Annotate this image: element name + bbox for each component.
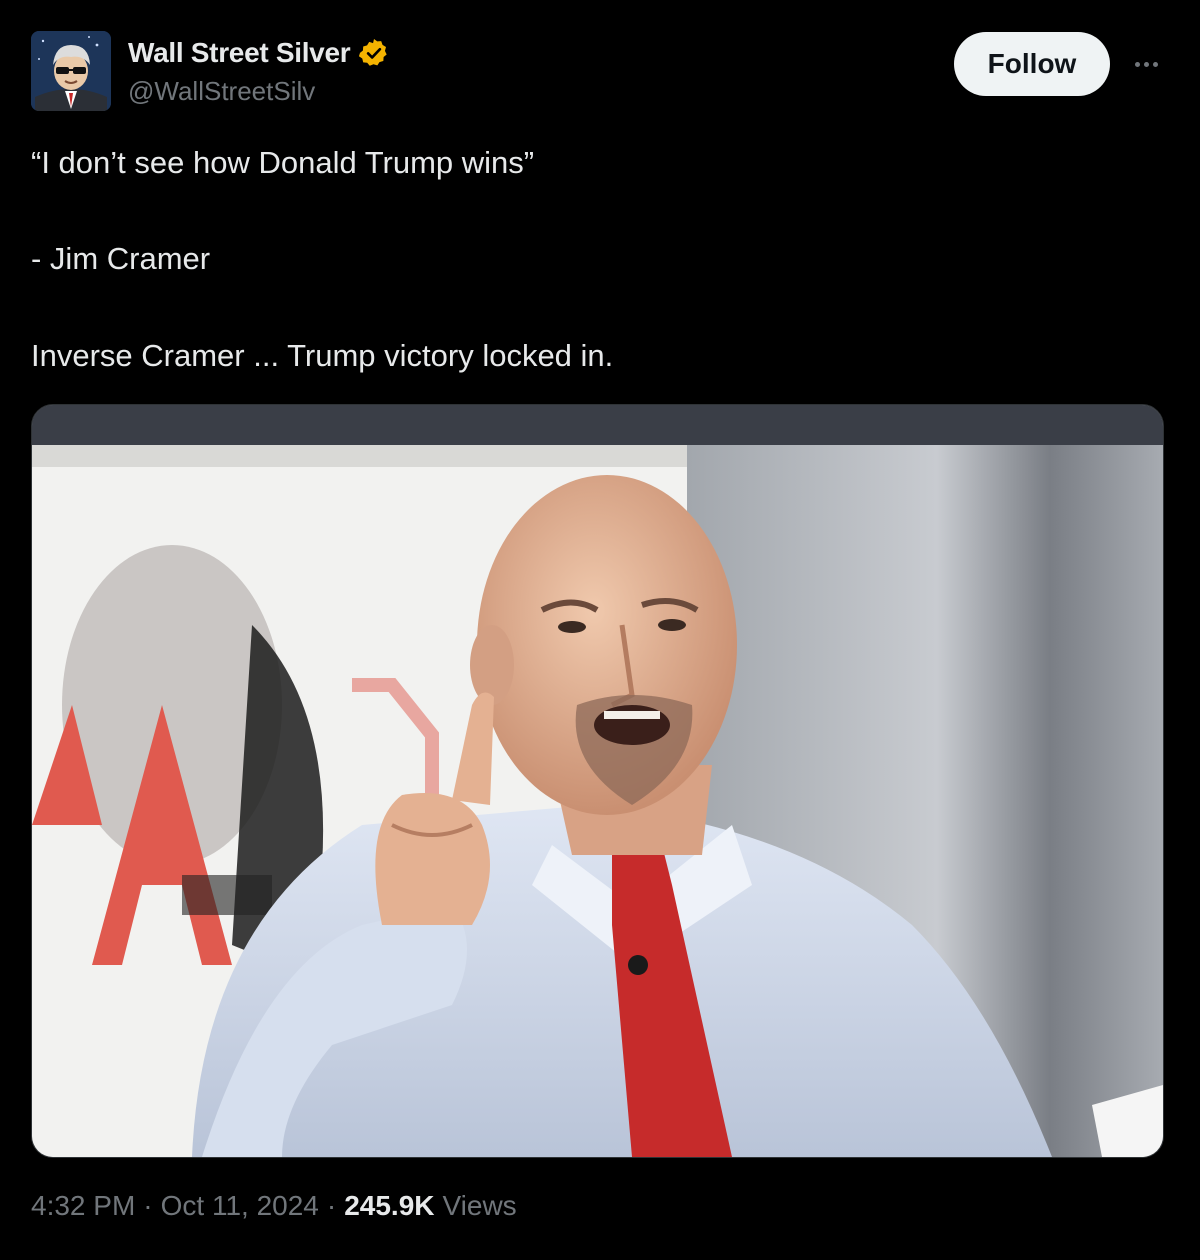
avatar-image bbox=[31, 31, 111, 111]
more-dot bbox=[1152, 61, 1158, 67]
views-count[interactable]: 245.9K bbox=[344, 1190, 434, 1222]
more-dot bbox=[1134, 61, 1140, 67]
author-display-name[interactable]: Wall Street Silver bbox=[128, 37, 351, 69]
follow-button[interactable]: Follow bbox=[954, 32, 1110, 96]
media-photo bbox=[32, 405, 1163, 1157]
tweet-date[interactable]: Oct 11, 2024 bbox=[161, 1190, 319, 1222]
tweet-text-attribution: - Jim Cramer bbox=[31, 241, 211, 276]
tweet-media-image[interactable] bbox=[31, 404, 1164, 1158]
tweet-text-quote: “I don’t see how Donald Trump wins” bbox=[31, 145, 535, 180]
avatar[interactable] bbox=[31, 31, 111, 111]
tweet-meta: 4:32 PM · Oct 11, 2024 · 245.9K Views bbox=[31, 1190, 517, 1222]
meta-separator: · bbox=[326, 1190, 337, 1221]
meta-separator: · bbox=[143, 1190, 153, 1221]
more-dot bbox=[1143, 61, 1149, 67]
more-options-icon[interactable] bbox=[1126, 46, 1166, 82]
tweet-text-comment: Inverse Cramer ... Trump victory locked … bbox=[31, 338, 614, 373]
verified-badge-icon bbox=[359, 39, 387, 66]
author-handle[interactable]: @WallStreetSilv bbox=[128, 76, 315, 107]
tweet-time[interactable]: 4:32 PM bbox=[31, 1190, 135, 1222]
views-label: Views bbox=[442, 1190, 517, 1221]
author-name-row[interactable]: Wall Street Silver bbox=[128, 36, 390, 70]
